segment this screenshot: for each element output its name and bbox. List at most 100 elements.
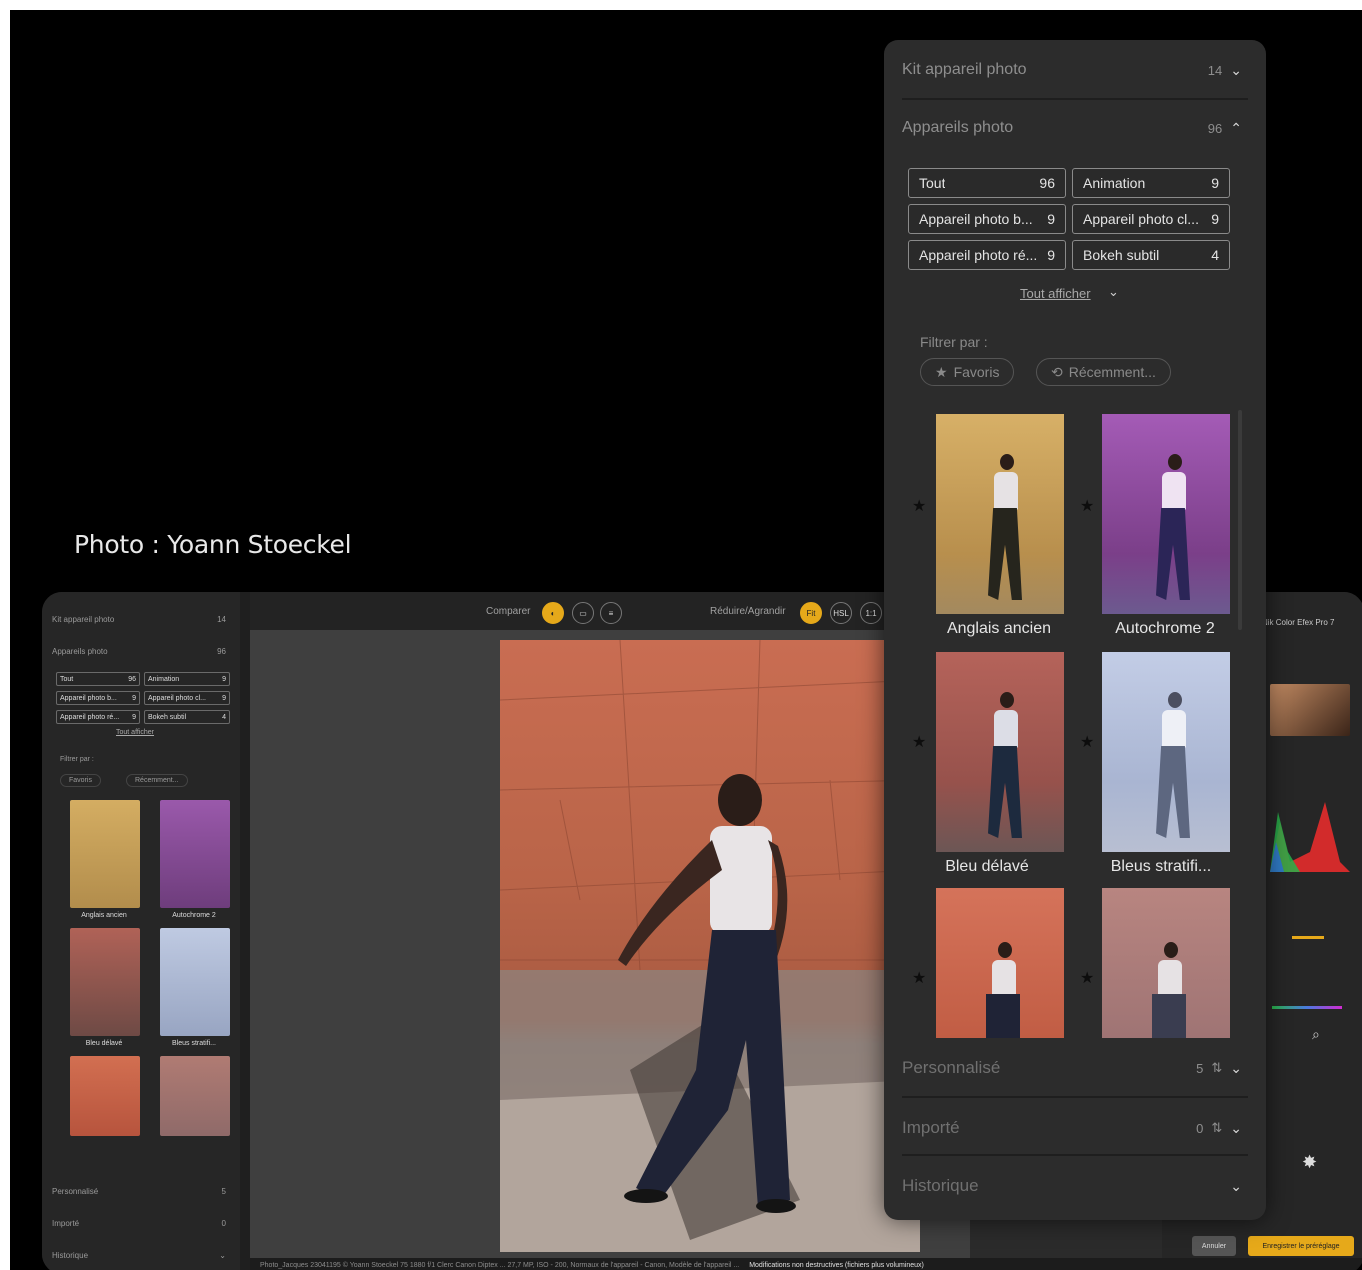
chip-label: Tout bbox=[919, 175, 946, 191]
star-icon: ★ bbox=[935, 363, 948, 380]
actual-size-button[interactable]: 1:1 bbox=[860, 602, 882, 624]
image-viewport[interactable] bbox=[250, 630, 970, 1258]
cameras-section-header[interactable]: Appareils photo 96 ⌃ bbox=[902, 116, 1242, 140]
chip-all[interactable]: Tout 96 bbox=[908, 168, 1066, 198]
mini-chip-all[interactable]: Tout 96 bbox=[56, 672, 140, 686]
figure-head bbox=[1168, 454, 1182, 470]
canvas: Photo : Yoann Stoeckel Kit appareil phot… bbox=[10, 10, 1362, 1270]
preset-thumb-5[interactable] bbox=[936, 888, 1064, 1038]
preset-label: Anglais ancien bbox=[946, 620, 1052, 637]
mini-recent-label: Récemment... bbox=[135, 777, 179, 784]
cameras-count: 96 bbox=[1207, 120, 1223, 136]
mini-chip-camera-b[interactable]: Appareil photo b... 9 bbox=[56, 691, 140, 705]
favorite-star-icon[interactable]: ★ bbox=[1080, 968, 1094, 988]
show-all-link[interactable]: Tout afficher bbox=[1020, 286, 1091, 301]
zoom-icon[interactable]: ⌕ bbox=[1312, 1026, 1320, 1043]
mini-thumb-5[interactable] bbox=[70, 1056, 140, 1136]
chip-count: 9 bbox=[1047, 247, 1055, 263]
history-section-header[interactable]: Historique ⌄ bbox=[902, 1174, 1242, 1198]
chevron-down-icon[interactable]: ⌄ bbox=[1108, 284, 1119, 300]
compare-stack-button[interactable]: ≡ bbox=[600, 602, 622, 624]
mini-thumb-bleus[interactable] bbox=[160, 928, 230, 1036]
mini-favorites-pill[interactable]: Favoris bbox=[60, 774, 101, 787]
preset-thumb-bleus[interactable] bbox=[1102, 652, 1230, 852]
figure-legs bbox=[1156, 746, 1190, 838]
star-tool-icon[interactable]: ✸ bbox=[1302, 1152, 1317, 1173]
slider-fill[interactable] bbox=[1292, 936, 1324, 939]
hsl-button[interactable]: HSL bbox=[830, 602, 852, 624]
imported-count: 0 bbox=[1196, 1120, 1204, 1136]
figure-torso bbox=[1158, 960, 1182, 996]
kit-section-header[interactable]: Kit appareil photo 14 ⌄ bbox=[902, 58, 1242, 82]
mini-thumb-anglais[interactable] bbox=[70, 800, 140, 908]
mini-chip-count: 4 bbox=[222, 713, 226, 721]
recent-label: Récemment... bbox=[1068, 364, 1156, 380]
compare-split-button[interactable]: ◐ bbox=[542, 602, 564, 624]
mini-thumb-bleu-delave[interactable] bbox=[70, 928, 140, 1036]
preset-label: Autochrome 2 bbox=[1115, 620, 1215, 637]
mini-recent-pill[interactable]: Récemment... bbox=[126, 774, 188, 787]
cameras-title: Appareils photo bbox=[902, 119, 1014, 136]
kit-count: 14 bbox=[1207, 62, 1223, 78]
favorite-star-icon[interactable]: ★ bbox=[1080, 496, 1094, 516]
mini-thumb-6[interactable] bbox=[160, 1056, 230, 1136]
mini-chip-camera-re[interactable]: Appareil photo ré... 9 bbox=[56, 710, 140, 724]
mini-chip-animation[interactable]: Animation 9 bbox=[144, 672, 230, 686]
sort-icon[interactable]: ⇅ bbox=[1211, 1060, 1222, 1076]
color-slider[interactable] bbox=[1272, 1006, 1342, 1009]
mini-imported-row[interactable]: Importé 0 bbox=[52, 1216, 226, 1230]
recent-filter[interactable]: ⟲ Récemment... bbox=[1036, 358, 1171, 386]
mini-chip-label: Bokeh subtil bbox=[148, 713, 187, 721]
mini-chip-bokeh[interactable]: Bokeh subtil 4 bbox=[144, 710, 230, 724]
figure-legs bbox=[1152, 994, 1186, 1038]
preset-label: Bleu délavé bbox=[945, 858, 1029, 875]
mini-cameras-row[interactable]: Appareils photo 96 bbox=[52, 644, 226, 658]
custom-section-header[interactable]: Personnalisé 5 ⇅ ⌄ bbox=[902, 1056, 1242, 1080]
history-title: Historique bbox=[902, 1176, 979, 1195]
favorites-filter[interactable]: ★ Favoris bbox=[920, 358, 1015, 386]
compare-side-button[interactable]: ▭ bbox=[572, 602, 594, 624]
favorite-star-icon[interactable]: ★ bbox=[912, 496, 926, 516]
preset-thumb-6[interactable] bbox=[1102, 888, 1230, 1038]
thumbnails-scrollbar[interactable] bbox=[1238, 410, 1242, 630]
kit-title: Kit appareil photo bbox=[902, 61, 1027, 78]
compare-label: Comparer bbox=[486, 606, 531, 617]
figure-legs bbox=[988, 508, 1022, 600]
preset-thumb-autochrome[interactable] bbox=[1102, 414, 1230, 614]
favorite-star-icon[interactable]: ★ bbox=[1080, 732, 1094, 752]
mini-history-row[interactable]: Historique ⌄ bbox=[52, 1248, 226, 1262]
chip-camera-re[interactable]: Appareil photo ré... 9 bbox=[908, 240, 1066, 270]
hsl-label: HSL bbox=[833, 608, 849, 618]
figure-legs bbox=[988, 746, 1022, 838]
imported-section-header[interactable]: Importé 0 ⇅ ⌄ bbox=[902, 1116, 1242, 1140]
figure-torso bbox=[1162, 710, 1186, 748]
panel-gutter[interactable] bbox=[240, 592, 250, 1270]
mini-kit-row[interactable]: Kit appareil photo 14 bbox=[52, 612, 226, 626]
custom-count: 5 bbox=[1196, 1060, 1204, 1076]
mini-custom-row[interactable]: Personnalisé 5 bbox=[52, 1184, 226, 1198]
actual-size-label: 1:1 bbox=[865, 608, 877, 618]
favorite-star-icon[interactable]: ★ bbox=[912, 732, 926, 752]
chip-bokeh[interactable]: Bokeh subtil 4 bbox=[1072, 240, 1230, 270]
preset-thumb-bleu-delave[interactable] bbox=[936, 652, 1064, 852]
mini-chip-count: 96 bbox=[128, 675, 136, 683]
chip-count: 96 bbox=[1039, 175, 1055, 191]
zoom-fit-button[interactable]: Fit bbox=[800, 602, 822, 624]
mini-history-label: Historique bbox=[52, 1250, 89, 1260]
chevron-down-icon: ⌄ bbox=[1230, 1059, 1242, 1076]
favorite-star-icon[interactable]: ★ bbox=[912, 968, 926, 988]
plugin-title: Nik Color Efex Pro 7 bbox=[1262, 618, 1335, 627]
save-preset-button[interactable]: Enregistrer le préréglage bbox=[1248, 1236, 1354, 1256]
chip-camera-b[interactable]: Appareil photo b... 9 bbox=[908, 204, 1066, 234]
zoom-label: Réduire/Agrandir bbox=[710, 606, 786, 617]
photo-illustration bbox=[500, 640, 920, 1252]
figure-legs bbox=[986, 994, 1020, 1038]
mini-show-all[interactable]: Tout afficher bbox=[116, 729, 154, 736]
mini-chip-camera-cl[interactable]: Appareil photo cl... 9 bbox=[144, 691, 230, 705]
sort-icon[interactable]: ⇅ bbox=[1211, 1120, 1222, 1136]
chip-animation[interactable]: Animation 9 bbox=[1072, 168, 1230, 198]
mini-thumb-autochrome[interactable] bbox=[160, 800, 230, 908]
cancel-button[interactable]: Annuler bbox=[1192, 1236, 1236, 1256]
chip-camera-cl[interactable]: Appareil photo cl... 9 bbox=[1072, 204, 1230, 234]
preset-thumb-anglais[interactable] bbox=[936, 414, 1064, 614]
